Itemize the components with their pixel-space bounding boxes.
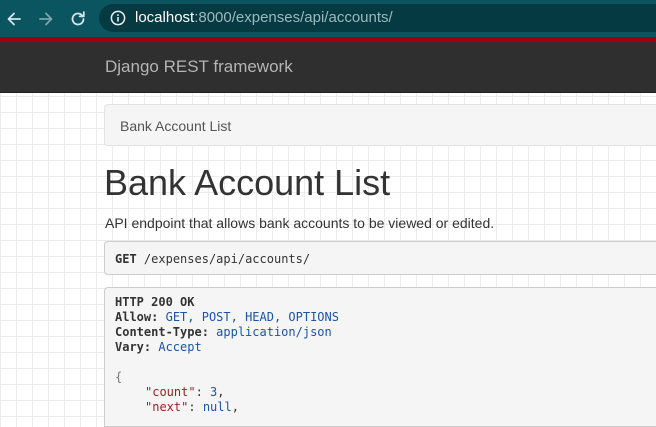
- reload-button[interactable]: [68, 9, 88, 29]
- brand-link[interactable]: Django REST framework: [105, 57, 293, 77]
- url-host: localhost: [135, 9, 195, 26]
- json-brace: {: [115, 370, 123, 384]
- url-text[interactable]: localhost:8000/expenses/api/accounts/: [135, 10, 393, 26]
- url-path: :8000/expenses/api/accounts/: [194, 9, 393, 26]
- navbar: Django REST framework: [0, 41, 656, 93]
- json-comma: ,: [217, 385, 225, 399]
- header-value: Accept: [158, 340, 202, 354]
- page-description: API endpoint that allows bank accounts t…: [105, 215, 495, 231]
- request-path: /expenses/api/accounts/: [143, 252, 311, 266]
- json-sep: :: [195, 385, 211, 399]
- response-header-vary: Vary: Accept: [115, 340, 202, 355]
- address-bar[interactable]: localhost:8000/expenses/api/accounts/: [99, 4, 656, 32]
- request-info: GET /expenses/api/accounts/: [104, 241, 656, 275]
- json-key: "next": [145, 400, 189, 414]
- arrow-right-icon: [39, 12, 53, 26]
- back-button[interactable]: [4, 9, 24, 29]
- browser-toolbar: localhost:8000/expenses/api/accounts/: [0, 0, 656, 37]
- page-title: Bank Account List: [104, 162, 391, 203]
- json-comma: ,: [231, 400, 239, 414]
- response-status: HTTP 200 OK: [115, 295, 194, 310]
- header-key: Content-Type:: [115, 325, 209, 339]
- json-line-next: "next": null,: [145, 400, 239, 415]
- request-line: GET /expenses/api/accounts/: [115, 252, 310, 266]
- json-key: "count": [145, 385, 196, 399]
- breadcrumb-item-active: Bank Account List: [120, 118, 232, 134]
- json-sep: :: [188, 400, 203, 414]
- request-method: GET: [115, 252, 137, 266]
- header-value: application/json: [216, 325, 332, 339]
- response-header-content-type: Content-Type: application/json: [115, 325, 332, 340]
- response-header-allow: Allow: GET, POST, HEAD, OPTIONS: [115, 310, 339, 325]
- json-line-count: "count": 3,: [145, 385, 225, 400]
- json-open-brace: {: [115, 370, 122, 385]
- header-value: GET, POST, HEAD, OPTIONS: [165, 310, 339, 324]
- breadcrumb: Bank Account List: [104, 104, 656, 146]
- header-key: Allow:: [115, 310, 159, 324]
- info-icon[interactable]: [110, 10, 126, 26]
- response-info: HTTP 200 OK Allow: GET, POST, HEAD, OPTI…: [104, 287, 656, 427]
- json-value: null: [202, 400, 232, 414]
- reload-icon: [71, 11, 85, 26]
- status-text: HTTP 200 OK: [115, 295, 195, 309]
- arrow-left-icon: [7, 12, 21, 26]
- forward-button[interactable]: [36, 9, 56, 29]
- header-key: Vary:: [115, 340, 152, 354]
